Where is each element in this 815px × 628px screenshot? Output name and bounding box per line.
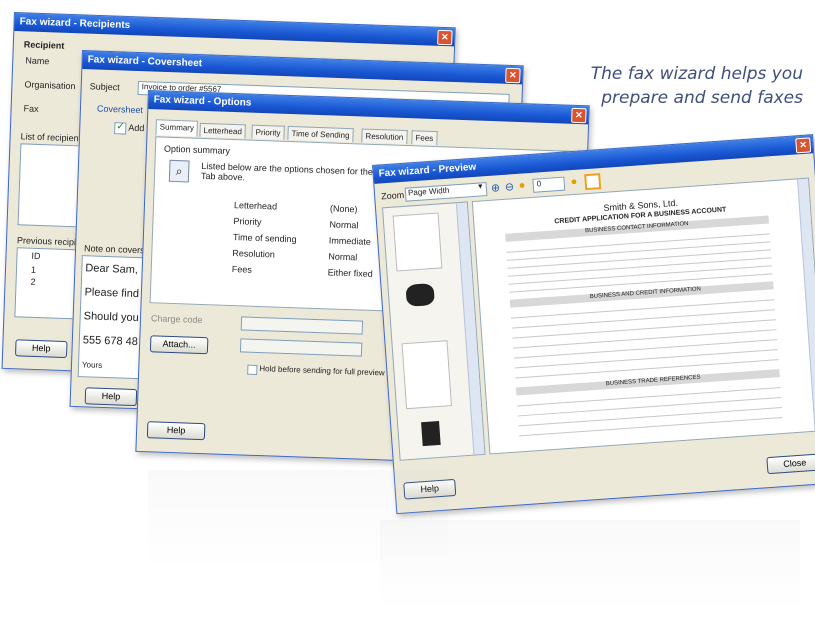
option-value: Immediate [328, 235, 372, 247]
subject-label: Subject [89, 81, 120, 93]
thumbnail-image [421, 420, 441, 447]
organisation-label: Organisation [24, 79, 76, 92]
summary-label: Option summary [163, 143, 231, 156]
page-value: 0 [536, 179, 542, 189]
attachment-field[interactable] [239, 338, 363, 357]
close-icon[interactable]: ✕ [795, 137, 812, 154]
tagline: The fax wizard helps you prepare and sen… [503, 62, 803, 110]
doc-line [511, 309, 776, 329]
table-row[interactable]: 2 [30, 277, 35, 287]
close-icon[interactable]: ✕ [571, 107, 587, 124]
tagline-line-1: The fax wizard helps you [590, 64, 803, 84]
table-row[interactable]: 1 [31, 265, 36, 275]
thumbnail-page[interactable] [392, 212, 443, 272]
note-line: Should you [83, 310, 139, 325]
tab-fees[interactable]: Fees [411, 130, 438, 146]
coversheet-title: Fax wizard - Coversheet [87, 54, 203, 70]
option-name: Fees [231, 264, 252, 275]
hold-checkbox[interactable] [247, 364, 258, 375]
tab-letterhead[interactable]: Letterhead [199, 122, 247, 139]
option-name: Resolution [232, 248, 276, 260]
page-icon[interactable]: ● [518, 179, 525, 191]
magnifier-icon: ⌕ [168, 159, 190, 183]
doc-section: BUSINESS TRADE REFERENCES [605, 374, 701, 388]
thumbnail-page[interactable] [397, 276, 445, 333]
doc-section: BUSINESS CONTACT INFORMATION [584, 221, 689, 235]
option-value: Either fixed [327, 267, 373, 279]
help-button[interactable]: Help [84, 387, 138, 407]
close-button[interactable]: Close [766, 453, 815, 475]
page-field[interactable]: 0 [532, 176, 566, 193]
doc-line [512, 319, 776, 339]
recipient-list[interactable] [17, 143, 83, 228]
recipient-list-label: List of recipients [20, 131, 86, 144]
thumbnail-panel [381, 201, 486, 461]
table-header-id: ID [31, 250, 41, 262]
note-signature: Yours [81, 360, 103, 370]
thumbnail-page[interactable] [401, 340, 453, 410]
document-view: Smith & Sons, Ltd. CREDIT APPLICATION FO… [471, 177, 815, 455]
option-value: Normal [329, 219, 359, 231]
doc-section-bar: BUSINESS TRADE REFERENCES [515, 369, 780, 396]
recipients-titlebar[interactable]: Fax wizard - Recipients ✕ [14, 13, 455, 47]
option-name: Time of sending [232, 232, 297, 245]
checkmark-icon: ✓ [116, 121, 125, 133]
coversheet-group-label: Coversheet [96, 103, 144, 116]
note-textarea[interactable]: Dear Sam, Please find Should you 555 678… [77, 255, 144, 380]
doc-section-bar: BUSINESS AND CREDIT INFORMATION [509, 281, 774, 308]
hold-label: Hold before sending for full preview [259, 364, 385, 378]
add-coversheet-checkbox[interactable]: ✓ [114, 121, 127, 135]
doc-line [518, 406, 782, 427]
charge-code-field[interactable] [240, 316, 364, 335]
previous-recipients-table[interactable]: ID 1 2 [14, 247, 79, 320]
zoom-value: Page Width [407, 185, 450, 198]
option-name: Priority [233, 216, 262, 228]
zoom-select[interactable]: Page Width ▼ [404, 182, 488, 202]
doc-line [514, 349, 778, 369]
close-icon[interactable]: ✕ [505, 67, 521, 84]
zoom-in-icon[interactable]: ⊕ [490, 181, 501, 195]
chevron-down-icon[interactable]: ▼ [477, 183, 484, 190]
tab-time-of-sending[interactable]: Time of Sending [287, 125, 354, 143]
doc-line [517, 397, 782, 417]
note-line: Dear Sam, [85, 262, 139, 277]
option-value: (None) [329, 203, 358, 215]
name-label: Name [25, 55, 50, 67]
preview-window: Fax wizard - Preview ✕ Zoom Page Width ▼… [372, 134, 815, 515]
add-coversheet-label: Add [128, 122, 145, 134]
tab-priority[interactable]: Priority [251, 124, 285, 140]
options-title: Fax wizard - Options [153, 94, 252, 109]
preview-title: Fax wizard - Preview [378, 161, 477, 180]
charge-code-label: Charge code [150, 313, 203, 326]
thumbnail-image [405, 283, 435, 307]
doc-section: BUSINESS AND CREDIT INFORMATION [589, 286, 702, 301]
fax-label: Fax [23, 103, 39, 114]
option-value: Normal [328, 251, 358, 263]
option-name: Letterhead [233, 200, 278, 212]
note-line: Please find [84, 286, 140, 301]
recipient-group-label: Recipient [23, 39, 65, 51]
tab-summary[interactable]: Summary [155, 119, 199, 137]
close-icon[interactable]: ✕ [437, 29, 453, 46]
doc-line [513, 329, 777, 349]
recipients-title: Fax wizard - Recipients [19, 16, 131, 32]
note-line: 555 678 48 [82, 334, 139, 349]
help-button[interactable]: Help [146, 421, 206, 441]
document-scrollbar[interactable] [797, 178, 815, 431]
attach-button[interactable]: Attach... [149, 335, 209, 355]
reflection [380, 520, 800, 610]
doc-line [513, 339, 778, 359]
help-button[interactable]: Help [14, 339, 68, 359]
tab-resolution[interactable]: Resolution [361, 128, 408, 145]
fit-page-icon[interactable] [584, 173, 602, 191]
thumbnail-page[interactable] [407, 414, 454, 455]
zoom-label: Zoom [380, 189, 405, 202]
doc-line [519, 416, 783, 437]
zoom-out-icon[interactable]: ⊖ [504, 180, 514, 194]
highlight-icon[interactable]: ● [570, 176, 577, 188]
